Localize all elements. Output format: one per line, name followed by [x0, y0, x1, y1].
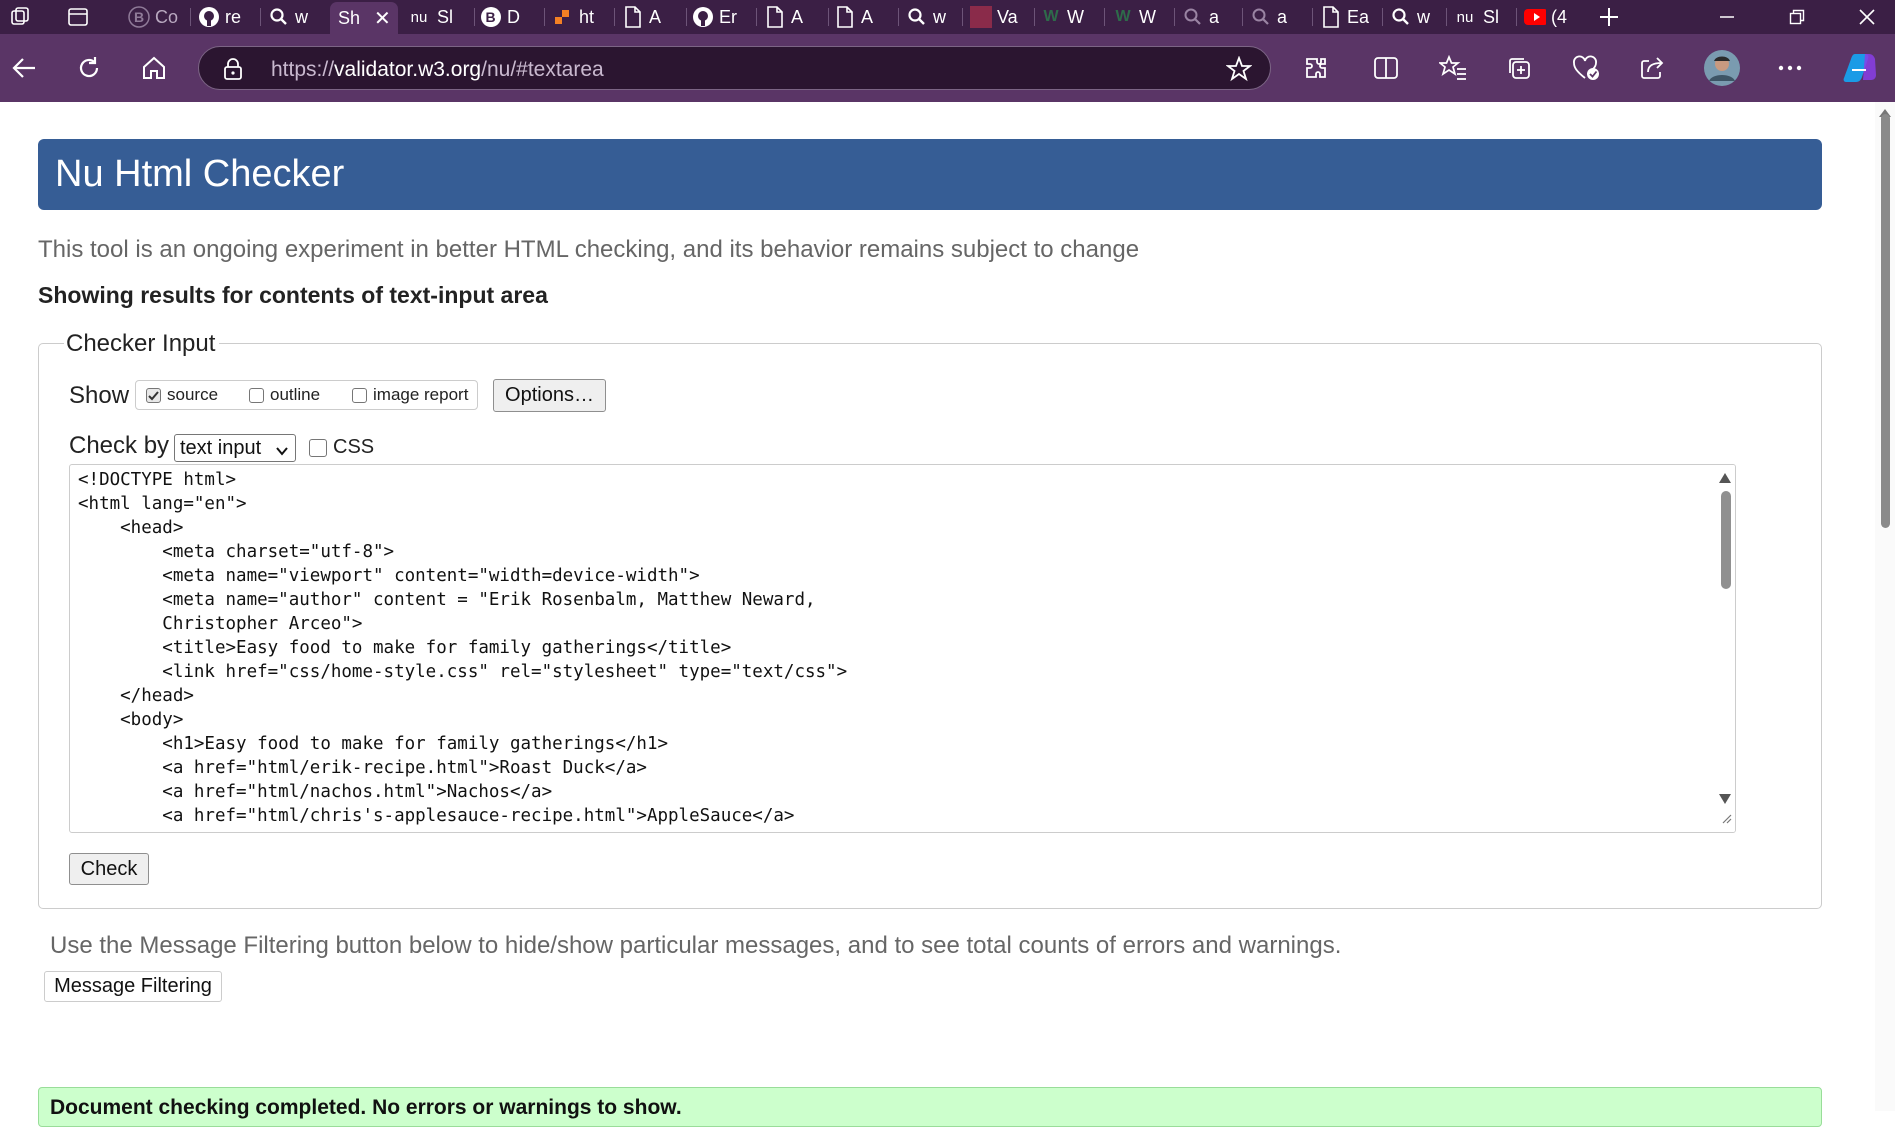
tab-nu-sl[interactable]: nu Sl: [406, 3, 466, 31]
checker-input-legend: Checker Input: [64, 330, 220, 358]
home-icon[interactable]: [130, 44, 178, 92]
document-icon: [834, 6, 856, 28]
status-text: Document checking completed. No errors o…: [50, 1096, 682, 1119]
status-banner: Document checking completed. No errors o…: [38, 1087, 1822, 1127]
check-by-label: Check by: [69, 432, 170, 459]
bootstrap-icon: B: [128, 6, 150, 28]
svg-text:B: B: [134, 9, 144, 25]
close-tab-icon[interactable]: ✕: [374, 6, 391, 31]
tab-active-sh[interactable]: Sh ✕: [330, 2, 398, 34]
split-screen-icon[interactable]: [1362, 44, 1410, 92]
github-icon: [198, 6, 220, 28]
document-icon: [622, 6, 644, 28]
tab-document-a-3[interactable]: A: [834, 3, 892, 31]
show-label: Show: [69, 382, 130, 409]
tab-document-ea[interactable]: Ea: [1320, 3, 1378, 31]
refresh-icon[interactable]: [65, 44, 113, 92]
tab-nu-sl-2[interactable]: nu Sl: [1452, 3, 1512, 31]
show-source-checkbox[interactable]: source: [146, 385, 218, 405]
results-heading: Showing results for contents of text-inp…: [38, 282, 548, 308]
tab-document-a-1[interactable]: A: [622, 3, 680, 31]
message-filtering-button[interactable]: Message Filtering: [44, 971, 222, 1002]
restore-icon[interactable]: [1769, 0, 1825, 34]
search-icon: [906, 6, 928, 28]
tab-bootstrap[interactable]: B Co: [128, 3, 184, 31]
tab-youtube[interactable]: (4: [1524, 3, 1578, 31]
copilot-icon[interactable]: [1836, 44, 1884, 92]
page-tagline: This tool is an ongoing experiment in be…: [38, 236, 1140, 263]
extensions-icon[interactable]: [1292, 44, 1340, 92]
css-checkbox[interactable]: CSS: [309, 436, 374, 459]
w-icon: W: [1043, 8, 1059, 25]
textarea-scroll-thumb[interactable]: [1721, 491, 1731, 589]
document-icon: [1320, 6, 1342, 28]
more-options-icon[interactable]: [1766, 44, 1814, 92]
show-outline-checkbox[interactable]: outline: [249, 385, 320, 405]
options-button[interactable]: Options…: [493, 379, 606, 412]
document-icon: [764, 6, 786, 28]
page-content: Nu Html Checker This tool is an ongoing …: [0, 102, 1875, 1127]
resize-handle-icon[interactable]: [1720, 811, 1732, 829]
address-url[interactable]: https://validator.w3.org/nu/#textarea: [271, 58, 604, 82]
page-scrollbar[interactable]: [1875, 102, 1895, 1111]
bootstrap-icon: B: [480, 6, 502, 28]
textarea-scrollbar[interactable]: [1715, 465, 1735, 832]
svg-text:B: B: [486, 9, 496, 25]
profile-avatar[interactable]: [1698, 44, 1746, 92]
stackoverflow-icon: [552, 6, 574, 28]
scroll-down-icon[interactable]: [1719, 791, 1731, 809]
tab-github-re[interactable]: re: [198, 3, 254, 31]
scroll-up-icon[interactable]: [1719, 470, 1731, 488]
address-bar[interactable]: https://validator.w3.org/nu/#textarea: [198, 46, 1271, 90]
favorites-icon[interactable]: [1429, 44, 1477, 92]
square-icon: [970, 6, 992, 28]
search-icon: [268, 6, 290, 28]
favorite-star-icon[interactable]: [1225, 55, 1253, 87]
tab-bootstrap-d[interactable]: B D: [480, 3, 538, 31]
minimize-icon[interactable]: [1699, 0, 1755, 34]
browser-toolbar: https://validator.w3.org/nu/#textarea: [0, 34, 1895, 102]
tab-search-w[interactable]: w: [268, 3, 324, 31]
tab-search-w-3[interactable]: w: [1390, 3, 1446, 31]
search-icon: [1250, 6, 1272, 28]
search-icon: [1390, 6, 1412, 28]
source-code[interactable]: <!DOCTYPE html> <html lang="en"> <head> …: [78, 468, 847, 828]
search-icon: [1182, 6, 1204, 28]
message-filtering-hint: Use the Message Filtering button below t…: [50, 932, 1342, 959]
checkmark-icon[interactable]: [146, 387, 161, 403]
tab-va[interactable]: Va: [970, 3, 1028, 31]
tab-strip: B Co re w Sh ✕ nu Sl B D ht A Er A A w V…: [0, 0, 1895, 34]
close-window-icon[interactable]: [1839, 0, 1895, 34]
tab-w-2[interactable]: W W: [1112, 3, 1170, 31]
nu-icon: nu: [410, 8, 428, 26]
share-icon[interactable]: [1628, 44, 1676, 92]
collections-icon[interactable]: [1495, 44, 1543, 92]
check-by-select[interactable]: text input: [174, 434, 296, 462]
tab-search-w-2[interactable]: w: [906, 3, 962, 31]
tab-search-a-2[interactable]: a: [1250, 3, 1306, 31]
page-title: Nu Html Checker: [55, 153, 345, 195]
source-textarea[interactable]: <!DOCTYPE html> <html lang="en"> <head> …: [69, 464, 1736, 833]
tab-w-1[interactable]: W W: [1040, 3, 1100, 31]
github-icon: [692, 6, 714, 28]
browser-essentials-icon[interactable]: [1562, 44, 1610, 92]
back-icon[interactable]: [0, 44, 48, 92]
chevron-down-icon: [275, 441, 289, 464]
youtube-icon: [1524, 6, 1546, 28]
page-header: Nu Html Checker: [38, 139, 1822, 210]
check-button[interactable]: Check: [69, 853, 149, 885]
page-scroll-thumb[interactable]: [1881, 114, 1890, 528]
tab-github-er[interactable]: Er: [692, 3, 752, 31]
tab-stackoverflow-ht[interactable]: ht: [552, 3, 610, 31]
nu-icon: nu: [1456, 8, 1474, 26]
tab-search-a-1[interactable]: a: [1182, 3, 1238, 31]
show-image-report-checkbox[interactable]: image report: [352, 385, 468, 405]
w-icon: W: [1115, 8, 1131, 25]
lock-icon[interactable]: [223, 57, 243, 86]
tab-document-a-2[interactable]: A: [764, 3, 822, 31]
